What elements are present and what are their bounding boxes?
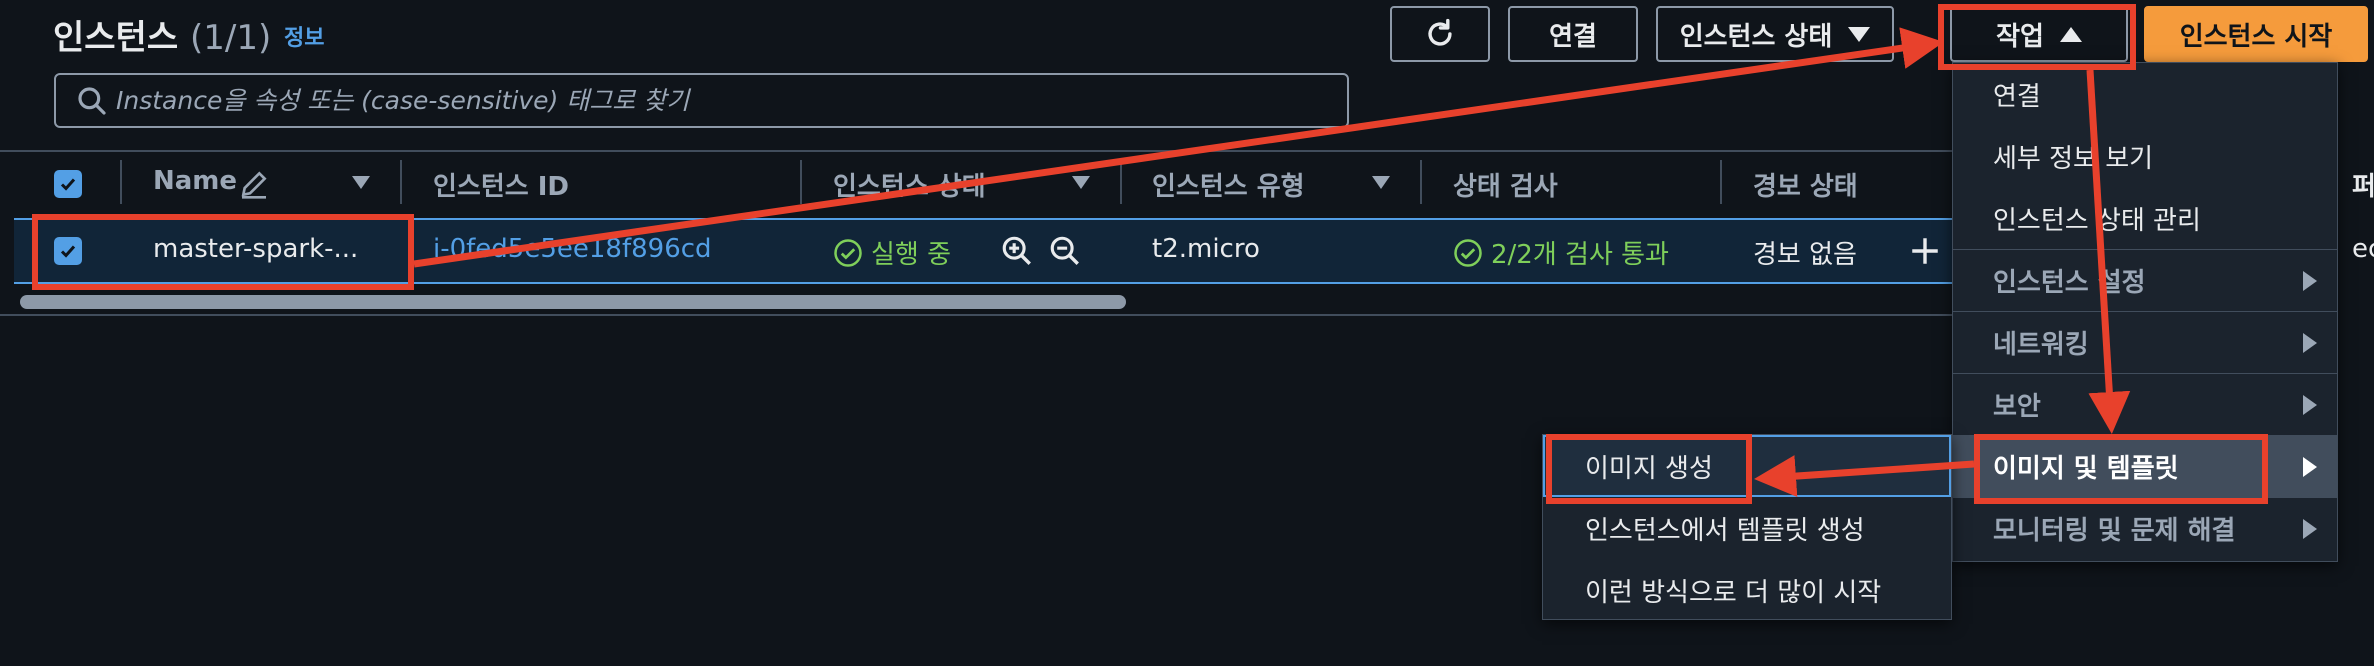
menu-item-label: 모니터링 및 문제 해결 xyxy=(1993,516,2236,546)
chevron-right-icon xyxy=(2303,332,2317,353)
status-check: 2/2개 검사 통과 xyxy=(1453,234,1669,271)
zoom-out-icon[interactable] xyxy=(1048,234,1082,268)
selection-count: (1/1) xyxy=(189,18,272,58)
column-separator xyxy=(120,160,122,204)
column-separator xyxy=(400,160,402,204)
menu-item-view-details[interactable]: 세부 정보 보기 xyxy=(1953,125,2337,187)
menu-item-monitoring[interactable]: 모니터링 및 문제 해결 xyxy=(1953,497,2337,559)
select-all-checkbox[interactable] xyxy=(54,170,82,198)
table-bottom-divider xyxy=(0,314,1960,316)
status-check-text: 2/2개 검사 통과 xyxy=(1491,240,1669,270)
search-input[interactable] xyxy=(108,75,1347,126)
actions-button[interactable]: 작업 xyxy=(1950,6,2128,62)
menu-item-networking[interactable]: 네트워킹 xyxy=(1953,311,2337,373)
instance-id-link[interactable]: i-0fed5e5ee18f896cd xyxy=(433,234,712,264)
column-header-name[interactable]: Name xyxy=(153,166,237,196)
page-title-text: 인스턴스 xyxy=(53,18,179,58)
column-header-instance-id[interactable]: 인스턴스 ID xyxy=(433,166,569,203)
menu-item-create-image[interactable]: 이미지 생성 xyxy=(1543,435,1951,497)
caret-down-icon xyxy=(1848,26,1871,42)
row-checkbox[interactable] xyxy=(54,237,82,265)
menu-item-launch-more-like-this[interactable]: 이런 방식으로 더 많이 시작 xyxy=(1543,559,1951,621)
menu-item-create-template[interactable]: 인스턴스에서 템플릿 생성 xyxy=(1543,497,1951,559)
filter-caret-icon[interactable] xyxy=(352,176,370,189)
check-circle-icon xyxy=(834,238,862,267)
menu-item-label: 인스턴스 설정 xyxy=(1993,268,2146,298)
menu-item-instance-settings[interactable]: 인스턴스 설정 xyxy=(1953,249,2337,311)
page-title: 인스턴스 (1/1) xyxy=(53,10,271,59)
info-link[interactable]: 정보 xyxy=(284,20,324,52)
instance-type: t2.micro xyxy=(1152,234,1260,264)
menu-item-connect[interactable]: 연결 xyxy=(1953,63,2337,125)
menu-item-label: 인스턴스에서 템플릿 생성 xyxy=(1585,515,1865,546)
check-icon xyxy=(60,178,76,191)
menu-item-manage-state[interactable]: 인스턴스 상태 관리 xyxy=(1953,187,2337,249)
menu-item-label: 보안 xyxy=(1993,392,2041,422)
launch-instances-button[interactable]: 인스턴스 시작 xyxy=(2144,6,2368,62)
instance-state-text: 실행 중 xyxy=(871,240,952,270)
chevron-right-icon xyxy=(2303,456,2317,477)
truncated-cell: ec xyxy=(2352,234,2374,264)
search-icon xyxy=(78,86,106,115)
refresh-button[interactable] xyxy=(1390,6,1490,62)
check-circle-icon xyxy=(1454,238,1482,267)
instance-name: master-spark-... xyxy=(153,234,359,264)
instance-state: 실행 중 xyxy=(833,234,951,271)
menu-item-label: 이런 방식으로 더 많이 시작 xyxy=(1585,577,1882,608)
menu-item-label: 연결 xyxy=(1993,81,2041,112)
check-icon xyxy=(60,245,76,258)
image-template-submenu: 이미지 생성 인스턴스에서 템플릿 생성 이런 방식으로 더 많이 시작 xyxy=(1542,434,1952,620)
launch-instances-label: 인스턴스 시작 xyxy=(2179,21,2333,52)
chevron-right-icon xyxy=(2303,270,2317,291)
caret-up-icon xyxy=(2059,26,2082,42)
actions-button-label: 작업 xyxy=(1996,21,2044,52)
chevron-right-icon xyxy=(2303,518,2317,539)
scrollbar-thumb[interactable] xyxy=(20,295,1126,309)
column-separator xyxy=(800,160,802,204)
column-separator xyxy=(1120,160,1122,204)
filter-caret-icon[interactable] xyxy=(1372,176,1390,189)
refresh-icon xyxy=(1428,18,1452,46)
column-header-status-check[interactable]: 상태 검사 xyxy=(1453,166,1558,203)
edit-pencil-icon[interactable] xyxy=(238,168,270,200)
menu-item-security[interactable]: 보안 xyxy=(1953,373,2337,435)
menu-item-images-templates[interactable]: 이미지 및 템플릿 xyxy=(1953,435,2337,497)
filter-caret-icon[interactable] xyxy=(1072,176,1090,189)
column-header-truncated[interactable]: 퍼 xyxy=(2352,166,2374,203)
menu-item-label: 이미지 및 템플릿 xyxy=(1993,454,2179,484)
column-header-instance-type[interactable]: 인스턴스 유형 xyxy=(1152,166,1305,203)
connect-button-label: 연결 xyxy=(1549,21,1597,52)
menu-item-label: 네트워킹 xyxy=(1993,330,2089,360)
column-separator xyxy=(1720,160,1722,204)
table-top-divider xyxy=(0,150,1960,152)
column-header-alarm-status[interactable]: 경보 상태 xyxy=(1753,166,1858,203)
zoom-in-icon[interactable] xyxy=(1000,234,1034,268)
chevron-right-icon xyxy=(2303,394,2317,415)
menu-item-label: 인스턴스 상태 관리 xyxy=(1993,205,2201,236)
connect-button[interactable]: 연결 xyxy=(1508,6,1638,62)
alarm-status: 경보 없음 xyxy=(1753,240,1857,270)
add-alarm-plus-icon[interactable] xyxy=(1908,234,1942,268)
column-separator xyxy=(1420,160,1422,204)
search-field[interactable] xyxy=(54,73,1349,128)
actions-menu: 연결 세부 정보 보기 인스턴스 상태 관리 인스턴스 설정 네트워킹 보안 이… xyxy=(1952,62,2338,562)
menu-item-label: 이미지 생성 xyxy=(1585,453,1713,484)
column-header-instance-state[interactable]: 인스턴스 상태 xyxy=(833,166,986,203)
menu-item-label: 세부 정보 보기 xyxy=(1993,143,2154,174)
instance-state-label: 인스턴스 상태 xyxy=(1679,21,1833,52)
instance-state-button[interactable]: 인스턴스 상태 xyxy=(1656,6,1894,62)
